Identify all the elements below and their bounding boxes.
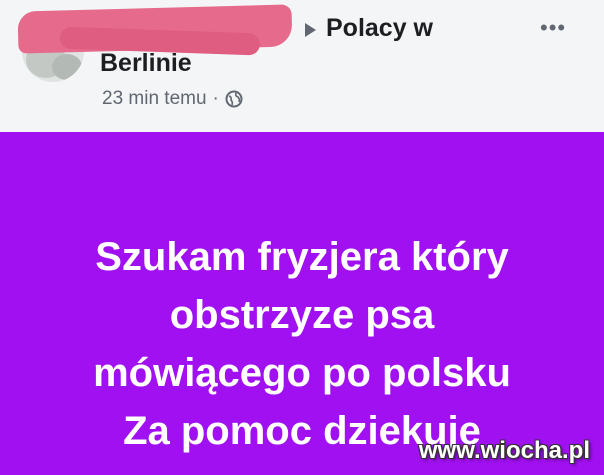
meta-separator: · — [212, 88, 219, 109]
arrow-right-icon — [305, 23, 316, 37]
globe-icon — [225, 90, 243, 108]
post-timestamp[interactable]: 23 min temu — [102, 88, 207, 110]
more-options-icon[interactable]: ••• — [540, 17, 566, 39]
post-meta: 23 min temu · — [102, 88, 243, 110]
post-text: Szukam fryzjera który obstrzyze psa mówi… — [0, 228, 604, 460]
post-colored-background: Szukam fryzjera który obstrzyze psa mówi… — [0, 132, 604, 475]
post-text-line: mówiącego po polsku — [93, 351, 511, 395]
group-link[interactable]: Polacy w — [326, 14, 433, 43]
group-link-line2[interactable]: Berlinie — [100, 49, 192, 78]
post-text-line: obstrzyze psa — [169, 293, 435, 337]
post-text-line: Szukam fryzjera który — [95, 235, 509, 279]
post-header: Polacy w Berlinie ••• 23 min temu · — [0, 0, 604, 132]
watermark: www.wiocha.pl — [418, 437, 590, 464]
